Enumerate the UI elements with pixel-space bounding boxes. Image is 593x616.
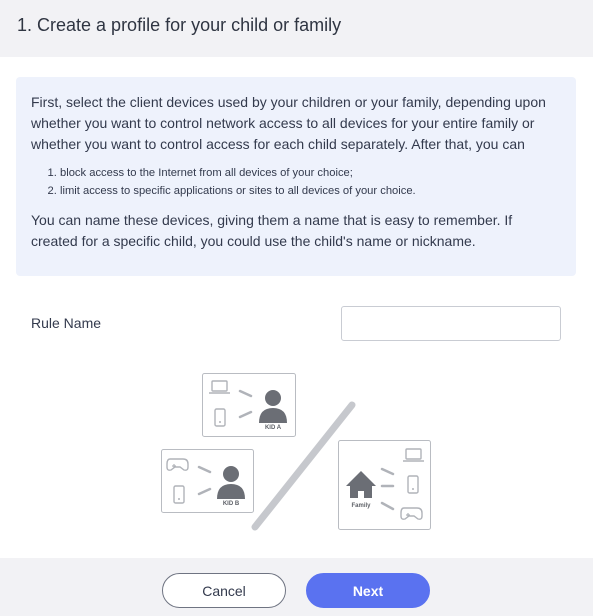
info-step: limit access to specific applications or… bbox=[60, 182, 560, 200]
family-card: Family bbox=[338, 440, 431, 530]
kid-b-label: KID B bbox=[223, 501, 240, 507]
info-step: block access to the Internet from all de… bbox=[60, 164, 560, 182]
info-box: First, select the client devices used by… bbox=[16, 77, 576, 276]
rule-name-label: Rule Name bbox=[31, 315, 102, 331]
kid-a-label: KID A bbox=[265, 425, 282, 431]
page-title: 1. Create a profile for your child or fa… bbox=[17, 15, 342, 35]
footer-bar bbox=[0, 558, 593, 616]
rule-name-input[interactable] bbox=[341, 306, 561, 341]
kid-a-card: KID A bbox=[202, 373, 296, 437]
family-label: Family bbox=[351, 503, 371, 509]
profile-illustration: KID A KID B Family bbox=[161, 373, 431, 531]
cancel-button[interactable]: Cancel bbox=[162, 573, 286, 608]
page-header: 1. Create a profile for your child or fa… bbox=[0, 0, 593, 57]
info-paragraph-1: First, select the client devices used by… bbox=[31, 94, 546, 152]
kid-b-card: KID B bbox=[161, 449, 254, 513]
info-steps-list: block access to the Internet from all de… bbox=[31, 164, 560, 200]
info-paragraph-2: You can name these devices, giving them … bbox=[31, 212, 513, 249]
next-button[interactable]: Next bbox=[306, 573, 430, 608]
